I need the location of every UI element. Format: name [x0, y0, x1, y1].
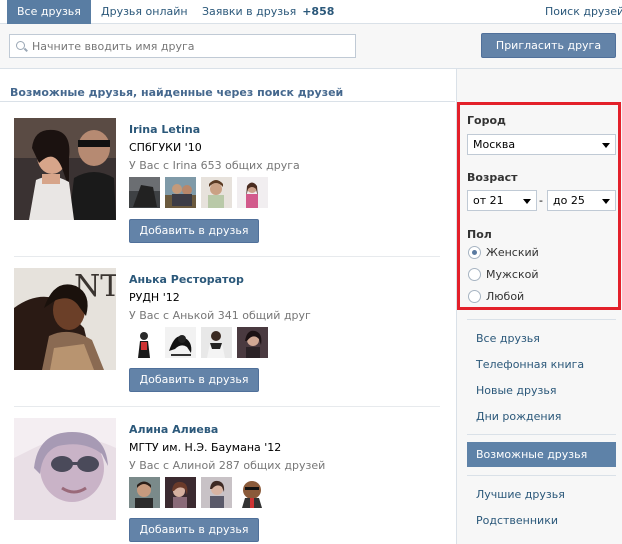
mutual-friend-thumb[interactable] — [129, 177, 160, 208]
add-friend-button[interactable]: Добавить в друзья — [129, 219, 259, 243]
radio-label: Мужской — [486, 268, 539, 281]
mutual-friend-thumb[interactable] — [165, 327, 196, 358]
chevron-down-icon — [602, 199, 610, 204]
friend-school: МГТУ им. Н.Э. Баумана '12 — [129, 441, 282, 454]
mutual-friend-thumb[interactable] — [237, 327, 268, 358]
tab-find-friends[interactable]: Поиск друзей — [545, 0, 622, 24]
avatar[interactable] — [14, 418, 116, 520]
age-dash: - — [539, 194, 543, 207]
tab-all-friends[interactable]: Все друзья — [7, 0, 91, 24]
mutual-friend-thumb[interactable] — [201, 477, 232, 508]
tab-friend-requests[interactable]: Заявки в друзья +858 — [202, 0, 334, 24]
mutual-friend-thumb[interactable] — [201, 177, 232, 208]
mutual-friend-thumb[interactable] — [201, 327, 232, 358]
radio-checked-icon — [468, 246, 481, 259]
divider — [467, 434, 616, 435]
invite-friend-button[interactable]: Пригласить друга — [481, 33, 616, 58]
radio-label: Любой — [486, 290, 525, 303]
requests-count-badge: +858 — [302, 5, 335, 18]
sex-label: Пол — [467, 228, 492, 241]
age-to-select[interactable]: до 25 — [547, 190, 616, 211]
menu-relatives[interactable]: Родственники — [476, 514, 558, 527]
radio-icon — [468, 268, 481, 281]
age-from-value: от 21 — [473, 194, 504, 207]
mutual-friends-thumbs — [129, 477, 279, 508]
city-label: Город — [467, 114, 506, 127]
mutual-friends-text: У Вас с Алиной 287 общих друзей — [129, 459, 326, 472]
mutual-friend-thumb[interactable] — [237, 177, 268, 208]
menu-phone-book[interactable]: Телефонная книга — [476, 358, 584, 371]
friend-name-link[interactable]: Алина Алиева — [129, 423, 218, 436]
mutual-friend-thumb[interactable] — [165, 477, 196, 508]
city-select[interactable]: Москва — [467, 134, 616, 155]
mutual-friend-thumb[interactable] — [165, 177, 196, 208]
menu-all-friends[interactable]: Все друзья — [476, 332, 540, 345]
divider — [467, 475, 616, 476]
age-label: Возраст — [467, 171, 518, 184]
friend-name-link[interactable]: Irina Letina — [129, 123, 200, 136]
mutual-friends-thumbs — [129, 327, 279, 358]
city-select-value: Москва — [473, 138, 516, 151]
add-friend-button[interactable]: Добавить в друзья — [129, 368, 259, 392]
age-from-select[interactable]: от 21 — [467, 190, 537, 211]
mutual-friends-text: У Вас с Irina 653 общих друга — [129, 159, 300, 172]
menu-possible-friends[interactable]: Возможные друзья — [467, 442, 616, 467]
tab-friend-requests-label: Заявки в друзья — [202, 5, 297, 18]
chevron-down-icon — [602, 143, 610, 148]
radio-icon — [468, 290, 481, 303]
search-icon — [16, 41, 25, 50]
tab-friends-online[interactable]: Друзья онлайн — [101, 0, 188, 24]
friends-tabs: Все друзья Друзья онлайн Заявки в друзья… — [0, 0, 622, 24]
avatar[interactable] — [14, 118, 116, 220]
friend-name-link[interactable]: Анька Ресторатор — [129, 273, 244, 286]
friend-search-input[interactable] — [32, 38, 350, 54]
divider — [0, 101, 455, 102]
search-bar: Пригласить друга — [0, 24, 622, 69]
mutual-friend-thumb[interactable] — [129, 327, 160, 358]
divider — [14, 256, 440, 257]
menu-new-friends[interactable]: Новые друзья — [476, 384, 556, 397]
menu-birthdays[interactable]: Дни рождения — [476, 410, 561, 423]
divider — [14, 406, 440, 407]
mutual-friends-text: У Вас с Анькой 341 общий друг — [129, 309, 311, 322]
mutual-friend-thumb[interactable] — [129, 477, 160, 508]
age-to-value: до 25 — [553, 194, 585, 207]
friend-school: СПбГУКИ '10 — [129, 141, 202, 154]
mutual-friend-thumb[interactable] — [237, 477, 268, 508]
radio-label: Женский — [486, 246, 539, 259]
menu-best-friends[interactable]: Лучшие друзья — [476, 488, 565, 501]
divider — [467, 319, 616, 320]
avatar[interactable]: NT — [14, 268, 116, 370]
chevron-down-icon — [523, 199, 531, 204]
friend-school: РУДН '12 — [129, 291, 180, 304]
search-field[interactable] — [9, 34, 356, 58]
mutual-friends-thumbs — [129, 177, 279, 208]
section-title: Возможные друзья, найденные через поиск … — [10, 86, 344, 99]
add-friend-button[interactable]: Добавить в друзья — [129, 518, 259, 542]
